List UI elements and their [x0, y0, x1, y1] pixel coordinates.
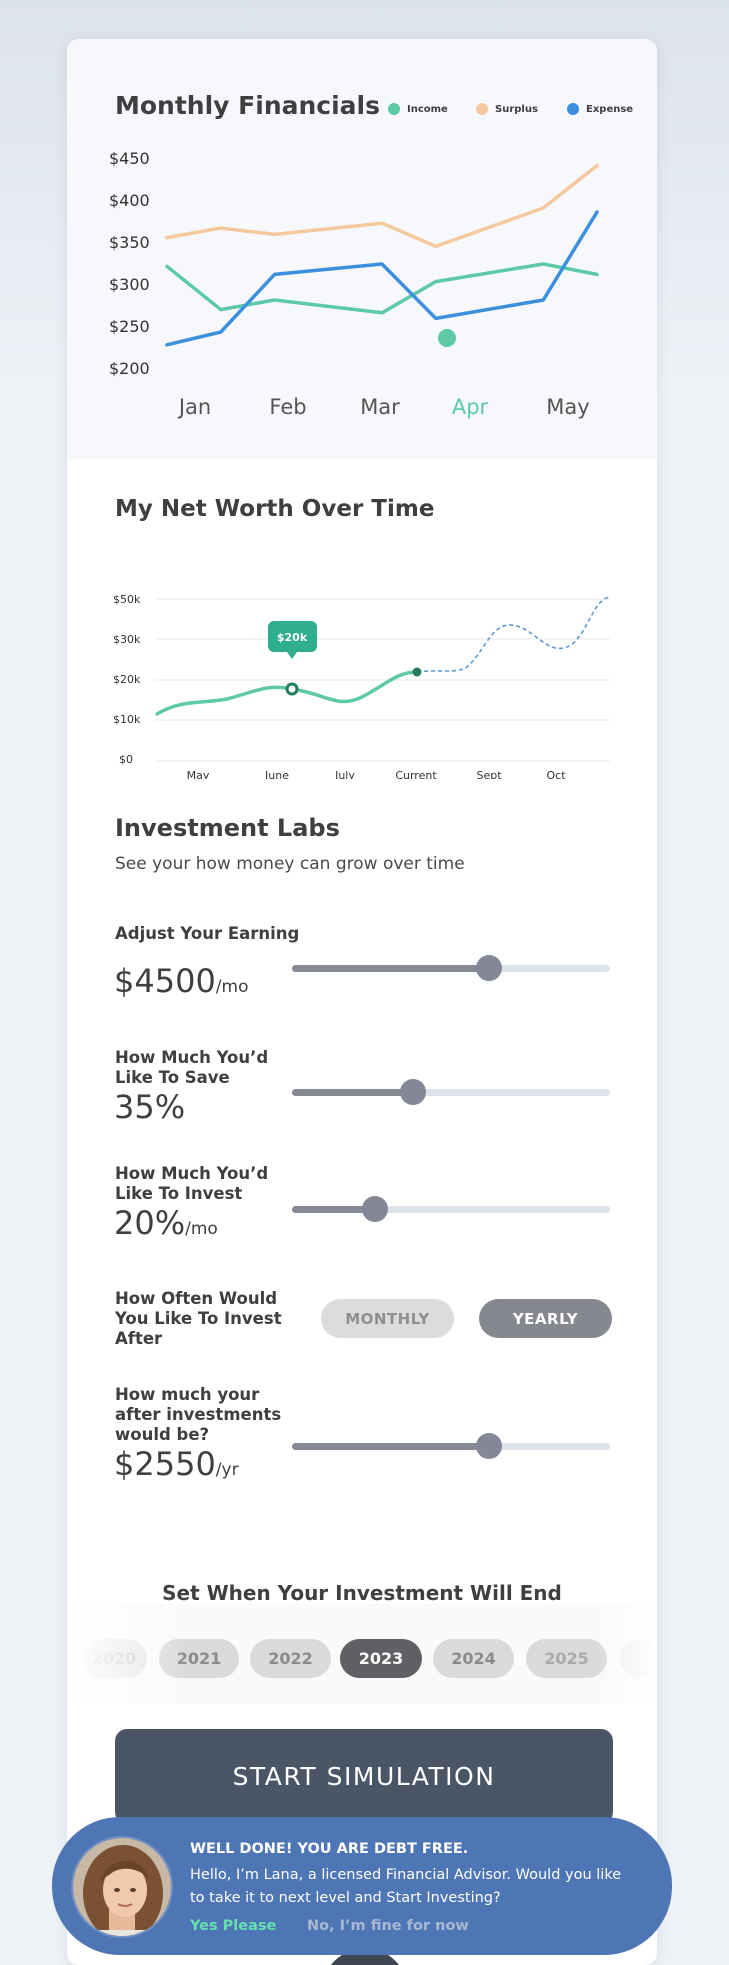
y-tick-label: $20k: [113, 673, 141, 686]
y-tick-label: $0: [119, 753, 133, 766]
after-label: How much your after investments would be…: [115, 1385, 282, 1444]
x-tick-label: July: [334, 769, 355, 779]
advisor-yes-link[interactable]: Yes Please: [190, 1918, 276, 1934]
networth-point-june: [285, 682, 299, 696]
invest-amount: 20%: [114, 1204, 186, 1242]
year-option-2023[interactable]: 2023: [340, 1639, 422, 1678]
earning-label: Adjust Your Earning: [115, 924, 300, 943]
monthly-financials-section: Monthly Financials Income Surplus Expens…: [67, 39, 657, 459]
after-amount: $2550: [114, 1445, 216, 1483]
year-option-2022[interactable]: 2022: [250, 1639, 331, 1678]
after-unit: /yr: [215, 1460, 239, 1480]
x-tick-label-may[interactable]: May: [528, 395, 608, 419]
x-tick-label-jan[interactable]: Jan: [155, 395, 235, 419]
x-tick-label: May: [187, 769, 210, 779]
x-tick-label: Oct: [546, 769, 566, 779]
year-picker-fade-left: [67, 1599, 187, 1719]
main-card: Monthly Financials Income Surplus Expens…: [67, 39, 657, 1965]
frequency-monthly-button[interactable]: MONTHLY: [321, 1299, 454, 1338]
tooltip-text: $20k: [277, 631, 308, 644]
start-simulation-button[interactable]: START SIMULATION: [115, 1729, 613, 1824]
earning-slider[interactable]: [292, 955, 610, 981]
after-slider-thumb[interactable]: [476, 1433, 503, 1459]
selected-month-marker: [438, 329, 456, 347]
save-slider-fill: [292, 1089, 413, 1096]
save-slider[interactable]: [292, 1079, 610, 1105]
save-value: 35%: [114, 1088, 186, 1126]
year-picker-fade-right: [597, 1599, 657, 1719]
tooltip-pointer: [287, 652, 297, 659]
networth-point-current: [412, 667, 422, 677]
labs-subtitle: See your how money can grow over time: [115, 854, 465, 874]
year-option-2025[interactable]: 2025: [526, 1639, 607, 1678]
invest-label: How Much You’d Like To Invest: [115, 1164, 269, 1203]
advisor-headline: WELL DONE! YOU ARE DEBT FREE.: [190, 1841, 469, 1857]
advisor-notification: WELL DONE! YOU ARE DEBT FREE. Hello, I’m…: [52, 1817, 672, 1955]
x-tick-label: Current: [395, 769, 437, 779]
earning-amount: $4500: [114, 962, 216, 1000]
advisor-no-link[interactable]: No, I’m fine for now: [307, 1918, 469, 1934]
series-line-income: [165, 262, 599, 315]
after-value: $2550/yr: [114, 1445, 239, 1483]
y-tick-label: $50k: [113, 593, 141, 606]
networth-tooltip: $20k: [268, 621, 317, 659]
year-option-2024[interactable]: 2024: [433, 1639, 514, 1678]
networth-title: My Net Worth Over Time: [115, 496, 435, 522]
earning-unit: /mo: [215, 977, 249, 997]
frequency-label: How Often Would You Like To Invest After: [115, 1289, 282, 1348]
after-slider-fill: [292, 1443, 490, 1450]
earning-value: $4500/mo: [114, 962, 249, 1000]
earning-slider-thumb[interactable]: [476, 955, 503, 981]
x-tick-label-feb[interactable]: Feb: [248, 395, 328, 419]
invest-value: 20%/mo: [114, 1204, 218, 1242]
labs-title: Investment Labs: [115, 814, 340, 842]
series-line-surplus: [165, 163, 599, 249]
series-line-expense: [165, 210, 599, 347]
advisor-avatar: [71, 1836, 173, 1938]
earning-slider-fill: [292, 965, 490, 972]
y-tick-label: $10k: [113, 713, 141, 726]
financials-chart: [165, 163, 599, 347]
x-tick-label-mar[interactable]: Mar: [340, 395, 420, 419]
advisor-message: Hello, I’m Lana, a licensed Financial Ad…: [190, 1867, 622, 1906]
invest-unit: /mo: [185, 1219, 218, 1239]
x-tick-label: Sept: [476, 769, 502, 779]
invest-slider-thumb[interactable]: [361, 1196, 388, 1222]
save-slider-thumb[interactable]: [399, 1079, 426, 1105]
frequency-yearly-button[interactable]: YEARLY: [479, 1299, 612, 1338]
invest-slider[interactable]: [292, 1196, 610, 1222]
y-tick-label: $30k: [113, 633, 141, 646]
x-tick-label: June: [264, 769, 289, 779]
after-slider[interactable]: [292, 1433, 610, 1459]
projection-line: [416, 596, 611, 673]
networth-chart: $50k $30k $20k $10k $0 $20k May June Jul…: [113, 593, 611, 779]
x-tick-label-apr[interactable]: Apr: [430, 395, 510, 419]
save-label: How Much You’d Like To Save: [115, 1048, 269, 1087]
